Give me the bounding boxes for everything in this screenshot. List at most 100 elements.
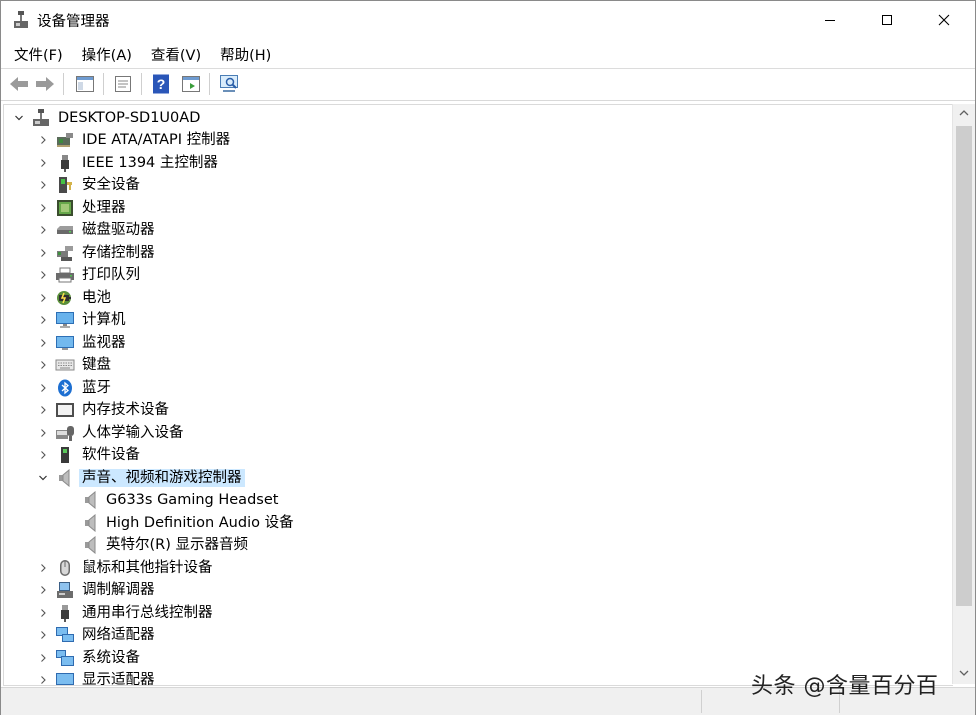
- minimize-icon: [825, 20, 835, 21]
- maximize-button[interactable]: [858, 1, 916, 39]
- speaker-icon: [81, 536, 101, 554]
- back-arrow-icon: [10, 77, 28, 91]
- menu-bar: 文件(F) 操作(A) 查看(V) 帮助(H): [1, 41, 281, 67]
- menu-action[interactable]: 操作(A): [73, 41, 142, 67]
- chevron-right-icon[interactable]: [37, 157, 49, 169]
- chevron-right-icon[interactable]: [37, 674, 49, 685]
- device-label: 计算机: [82, 312, 126, 328]
- properties-button[interactable]: [111, 73, 135, 95]
- maximize-icon: [882, 15, 892, 25]
- monitor-icon: [55, 334, 75, 352]
- chevron-right-icon[interactable]: [37, 607, 49, 619]
- chevron-right-icon[interactable]: [37, 337, 49, 349]
- software-device-icon: [55, 446, 75, 464]
- scan-hardware-button[interactable]: [218, 73, 242, 95]
- back-button[interactable]: [7, 73, 31, 95]
- chevron-right-icon[interactable]: [37, 269, 49, 281]
- device-label: 人体学输入设备: [82, 424, 184, 441]
- device-manager-window: 设备管理器 文件(F) 操作(A) 查看(V) 帮助(H) ? DESKTOP-…: [0, 0, 976, 715]
- chevron-right-icon[interactable]: [37, 404, 49, 416]
- device-label: High Definition Audio 设备: [106, 514, 294, 531]
- device-label: 存储控制器: [82, 244, 155, 261]
- speaker-icon: [81, 491, 101, 509]
- device-label: 声音、视频和游戏控制器: [79, 468, 245, 487]
- chevron-right-icon[interactable]: [37, 427, 49, 439]
- chevron-right-icon[interactable]: [37, 247, 49, 259]
- processor-icon: [55, 199, 75, 217]
- printer-icon: [55, 266, 75, 284]
- device-label: 安全设备: [82, 177, 140, 193]
- toolbar-separator: [209, 73, 210, 95]
- help-button[interactable]: ?: [149, 73, 173, 95]
- chevron-right-icon[interactable]: [37, 629, 49, 641]
- chevron-right-icon[interactable]: [37, 449, 49, 461]
- chevron-right-icon[interactable]: [37, 292, 49, 304]
- device-label: 显示适配器: [82, 672, 155, 686]
- chevron-right-icon[interactable]: [37, 314, 49, 326]
- scroll-up-arrow[interactable]: [953, 104, 975, 122]
- scan-hardware-monitor-icon: [220, 75, 238, 92]
- device-label: 蓝牙: [82, 379, 111, 396]
- title-bar: 设备管理器: [1, 1, 975, 39]
- chevron-right-icon[interactable]: [37, 562, 49, 574]
- chevron-down-icon[interactable]: [13, 112, 25, 124]
- close-button[interactable]: [915, 1, 973, 39]
- hid-icon: [55, 424, 75, 442]
- device-label: 电池: [82, 289, 111, 306]
- computer-root-icon: [31, 109, 51, 127]
- chevron-down-icon: [959, 670, 969, 676]
- memory-device-icon: [55, 401, 75, 419]
- speaker-icon: [55, 468, 75, 487]
- device-label: 处理器: [82, 199, 126, 216]
- chevron-right-icon[interactable]: [37, 179, 49, 191]
- menu-help[interactable]: 帮助(H): [211, 41, 281, 67]
- chevron-right-icon[interactable]: [37, 382, 49, 394]
- svg-text:?: ?: [157, 76, 166, 92]
- chevron-right-icon[interactable]: [37, 202, 49, 214]
- device-label: 内存技术设备: [82, 402, 169, 418]
- chevron-right-icon[interactable]: [37, 584, 49, 596]
- chevron-down-icon[interactable]: [37, 472, 49, 484]
- bluetooth-icon: [55, 379, 75, 397]
- scrollbar-thumb[interactable]: [956, 126, 972, 606]
- status-separator: [701, 690, 702, 713]
- action-pane-button[interactable]: [179, 73, 203, 95]
- device-label: 键盘: [82, 357, 111, 373]
- chevron-right-icon[interactable]: [37, 359, 49, 371]
- storage-controller-icon: [55, 244, 75, 262]
- properties-icon: [115, 76, 131, 92]
- display-adapter-icon: [55, 671, 75, 685]
- usb-icon: [55, 604, 75, 622]
- window-title: 设备管理器: [37, 14, 110, 30]
- ide-controller-icon: [55, 131, 75, 149]
- root-label: DESKTOP-SD1U0AD: [58, 110, 201, 126]
- minimize-button[interactable]: [801, 1, 859, 39]
- forward-arrow-icon: [36, 77, 54, 91]
- console-tree-icon: [76, 76, 94, 92]
- device-label: 系统设备: [82, 649, 140, 666]
- scroll-down-arrow[interactable]: [953, 664, 975, 682]
- chevron-right-icon[interactable]: [37, 652, 49, 664]
- device-label: 英特尔(R) 显示器音频: [106, 537, 248, 553]
- disk-drive-icon: [55, 221, 75, 239]
- menu-view[interactable]: 查看(V): [142, 41, 211, 67]
- menu-file[interactable]: 文件(F): [1, 41, 73, 67]
- toolbar-separator: [141, 73, 142, 95]
- chevron-right-icon[interactable]: [37, 224, 49, 236]
- toolbar-separator: [63, 73, 64, 95]
- device-label: 通用串行总线控制器: [82, 604, 213, 621]
- vertical-scrollbar[interactable]: [952, 104, 975, 684]
- device-label: 网络适配器: [82, 627, 155, 643]
- show-hide-console-tree-button[interactable]: [73, 73, 97, 95]
- chevron-right-icon[interactable]: [37, 134, 49, 146]
- forward-button[interactable]: [33, 73, 57, 95]
- device-label: 磁盘驱动器: [82, 222, 155, 238]
- watermark-text: 头条 @含量百分百: [751, 674, 939, 699]
- keyboard-icon: [55, 356, 75, 374]
- device-label: 监视器: [82, 334, 126, 351]
- speaker-icon: [81, 513, 101, 532]
- device-label: IEEE 1394 主控制器: [82, 154, 218, 171]
- network-adapter-icon: [55, 626, 75, 644]
- device-label: 鼠标和其他指针设备: [82, 559, 213, 576]
- device-label: 软件设备: [82, 447, 140, 463]
